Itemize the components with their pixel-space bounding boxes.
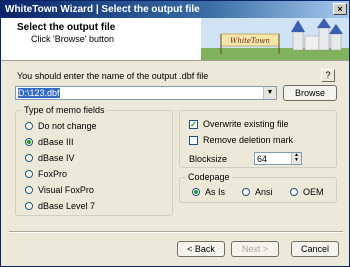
- radio-label: OEM: [303, 187, 324, 197]
- radio-icon: [25, 186, 33, 194]
- cancel-button[interactable]: Cancel: [291, 241, 339, 257]
- logo-text: WhiteTown: [230, 37, 270, 45]
- back-label: < Back: [187, 244, 215, 254]
- title-bar[interactable]: WhiteTown Wizard | Select the output fil…: [1, 1, 349, 18]
- memo-type-group: Type of memo fields Do not change dBase …: [15, 105, 173, 216]
- blocksize-label: Blocksize: [189, 154, 228, 164]
- radio-dbase-level-7[interactable]: dBase Level 7: [25, 201, 95, 211]
- file-options-group: ✓ Overwrite existing file Remove deletio…: [179, 110, 337, 168]
- radio-do-not-change[interactable]: Do not change: [25, 121, 97, 131]
- radio-selected-icon: [25, 138, 33, 146]
- help-button[interactable]: ?: [321, 69, 335, 82]
- next-button[interactable]: Next >: [231, 241, 279, 257]
- radio-foxpro[interactable]: FoxPro: [25, 169, 67, 179]
- instruction-text: You should enter the name of the output …: [17, 71, 209, 81]
- checkmark-icon: ✓: [189, 119, 198, 129]
- overwrite-label: Overwrite existing file: [203, 119, 289, 129]
- header-subtitle: Click 'Browse' button: [31, 34, 114, 44]
- radio-icon: [25, 202, 33, 210]
- codepage-group-title: Codepage: [186, 172, 232, 182]
- radio-visual-foxpro[interactable]: Visual FoxPro: [25, 185, 94, 195]
- browse-button[interactable]: Browse: [283, 85, 337, 101]
- radio-label: dBase IV: [38, 153, 75, 163]
- radio-ansi[interactable]: Ansi: [242, 187, 273, 197]
- radio-label: dBase Level 7: [38, 201, 96, 211]
- blocksize-stepper[interactable]: 64 ▲ ▼: [254, 152, 302, 165]
- radio-label: Visual FoxPro: [38, 185, 94, 195]
- next-label: Next >: [241, 244, 269, 254]
- header-title: Select the output file: [17, 22, 116, 33]
- radio-label: Do not change: [38, 121, 97, 131]
- radio-icon: [242, 188, 250, 196]
- checkbox-empty-icon: [189, 135, 198, 145]
- remove-deletion-label: Remove deletion mark: [203, 135, 294, 145]
- output-path-combo[interactable]: D:\123.dbf ▼: [15, 86, 277, 100]
- radio-label: dBase III: [38, 137, 74, 147]
- radio-dbase-iv[interactable]: dBase IV: [25, 153, 75, 163]
- close-icon[interactable]: ×: [333, 3, 347, 15]
- overwrite-checkbox[interactable]: ✓ Overwrite existing file: [189, 119, 289, 129]
- cancel-label: Cancel: [300, 244, 329, 254]
- output-path-value: D:\123.dbf: [18, 88, 60, 98]
- radio-as-is[interactable]: As Is: [192, 187, 225, 197]
- memo-group-title: Type of memo fields: [22, 105, 107, 115]
- radio-dbase-iii[interactable]: dBase III: [25, 137, 74, 147]
- chevron-down-icon[interactable]: ▼: [263, 87, 276, 99]
- browse-label: Browse: [294, 88, 325, 98]
- radio-icon: [25, 170, 33, 178]
- radio-icon: [25, 154, 33, 162]
- blocksize-value: 64: [257, 154, 268, 164]
- wizard-header: Select the output file Click 'Browse' bu…: [1, 18, 349, 61]
- radio-label: Ansi: [255, 187, 273, 197]
- radio-label: As Is: [205, 187, 226, 197]
- remove-deletion-checkbox[interactable]: Remove deletion mark: [189, 135, 293, 145]
- wizard-window: WhiteTown Wizard | Select the output fil…: [0, 0, 350, 267]
- footer-divider: [9, 231, 343, 233]
- radio-oem[interactable]: OEM: [290, 187, 324, 197]
- radio-label: FoxPro: [38, 169, 68, 179]
- radio-icon: [25, 122, 33, 130]
- spin-arrows-icon[interactable]: ▲ ▼: [291, 153, 301, 164]
- castle-logo-icon: WhiteTown: [201, 18, 349, 60]
- window-title: WhiteTown Wizard | Select the output fil…: [5, 4, 200, 15]
- codepage-group: Codepage As Is Ansi OEM: [179, 172, 337, 203]
- radio-selected-icon: [192, 188, 200, 196]
- radio-icon: [290, 188, 298, 196]
- back-button[interactable]: < Back: [177, 241, 225, 257]
